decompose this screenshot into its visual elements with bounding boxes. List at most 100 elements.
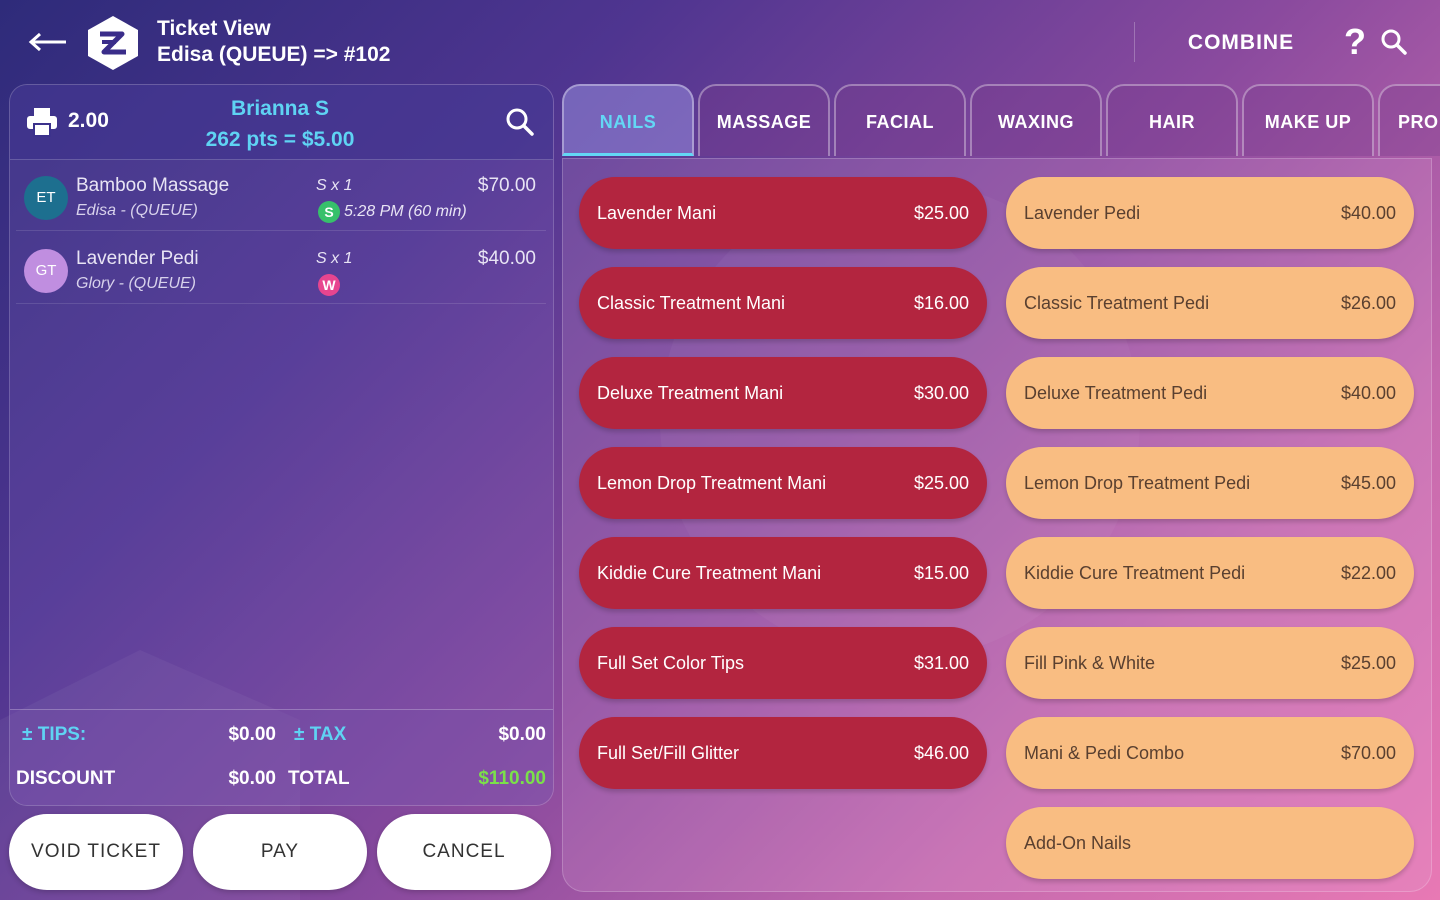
service-name: Mani & Pedi Combo	[1024, 742, 1185, 763]
top-header: Ticket View Edisa (QUEUE) => #102 COMBIN…	[0, 0, 1440, 84]
service-button[interactable]: Add-On Nails	[1006, 807, 1414, 879]
tab-hair[interactable]: HAIR	[1106, 84, 1238, 156]
customer-info[interactable]: Brianna S 262 pts = $5.00	[150, 93, 410, 155]
service-name: Kiddie Cure Treatment Pedi	[1024, 562, 1246, 583]
service-name: Lemon Drop Treatment Pedi	[1024, 472, 1251, 493]
service-button[interactable]: Lavender Pedi $40.00	[1006, 177, 1414, 249]
staff-avatar: GT	[24, 249, 68, 293]
ticket-item-row[interactable]: ET Bamboo Massage Edisa - (QUEUE) S x 1 …	[16, 164, 546, 231]
item-time: 5:28 PM (60 min)	[344, 203, 467, 220]
service-button[interactable]: Fill Pink & White $25.00	[1006, 627, 1414, 699]
ticket-panel: 2.00 Brianna S 262 pts = $5.00 ET Bamboo…	[9, 84, 554, 806]
tips-value: $0.00	[228, 724, 276, 745]
service-price: $40.00	[1340, 202, 1396, 223]
total-value: $110.00	[478, 768, 546, 789]
item-name: Lavender Pedi	[76, 248, 199, 269]
service-name: Full Set Color Tips	[597, 652, 745, 673]
back-arrow-icon	[28, 32, 66, 52]
tips-button[interactable]: ± TIPS:	[22, 724, 86, 746]
service-button[interactable]: Classic Treatment Pedi $26.00	[1006, 267, 1414, 339]
service-price: $22.00	[1340, 562, 1396, 583]
service-price: $26.00	[1340, 292, 1396, 313]
tax-value: $0.00	[498, 724, 546, 745]
service-name: Lavender Pedi	[1024, 202, 1141, 223]
service-button[interactable]: Deluxe Treatment Mani $30.00	[579, 357, 987, 429]
service-button[interactable]: Kiddie Cure Treatment Mani $15.00	[579, 537, 987, 609]
service-price: $15.00	[913, 562, 969, 583]
service-button[interactable]: Lemon Drop Treatment Mani $25.00	[579, 447, 987, 519]
status-badge: W	[318, 274, 340, 296]
cancel-button[interactable]: CANCEL	[377, 814, 551, 890]
tab-waxing[interactable]: WAXING	[970, 84, 1102, 156]
services-panel: Lavender Mani $25.00 Classic Treatment M…	[562, 158, 1432, 892]
service-button[interactable]: Full Set Color Tips $31.00	[579, 627, 987, 699]
tab-facial[interactable]: FACIAL	[834, 84, 966, 156]
total-label: TOTAL	[288, 768, 350, 789]
ticket-amount: 2.00	[68, 109, 109, 132]
service-name: Lavender Mani	[597, 202, 717, 223]
service-price: $16.00	[913, 292, 969, 313]
service-button[interactable]: Mani & Pedi Combo $70.00	[1006, 717, 1414, 789]
service-button[interactable]: Lavender Mani $25.00	[579, 177, 987, 249]
item-price: $70.00	[477, 175, 536, 196]
service-button[interactable]: Lemon Drop Treatment Pedi $45.00	[1006, 447, 1414, 519]
ticket-title-block: Ticket View Edisa (QUEUE) => #102	[157, 16, 390, 68]
service-price: $25.00	[913, 202, 969, 223]
service-price: $25.00	[913, 472, 969, 493]
service-name: Add-On Nails	[1024, 832, 1132, 853]
service-name: Classic Treatment Mani	[597, 292, 786, 313]
service-button[interactable]: Kiddie Cure Treatment Pedi $22.00	[1006, 537, 1414, 609]
item-qty: S x 1	[316, 177, 353, 194]
tab-make-up[interactable]: MAKE UP	[1242, 84, 1374, 156]
item-qty: S x 1	[316, 250, 353, 267]
header-divider	[1134, 22, 1135, 62]
item-staff: Edisa - (QUEUE)	[76, 202, 198, 219]
void-ticket-button[interactable]: VOID TICKET	[9, 814, 183, 890]
service-button[interactable]: Full Set/Fill Glitter $46.00	[579, 717, 987, 789]
item-price: $40.00	[477, 248, 536, 269]
ticket-search-button[interactable]	[504, 106, 536, 138]
staff-avatar: ET	[24, 176, 68, 220]
service-price: $31.00	[913, 652, 969, 673]
status-badge: S	[318, 201, 340, 223]
ticket-totals: ± TIPS: $0.00 ± TAX $0.00 DISCOUNT $0.00…	[10, 709, 553, 805]
discount-button[interactable]: DISCOUNT	[16, 768, 115, 790]
discount-value: $0.00	[228, 768, 276, 789]
customer-points: 262 pts = $5.00	[205, 128, 355, 151]
ticket-item-row[interactable]: GT Lavender Pedi Glory - (QUEUE) S x 1 $…	[16, 237, 546, 304]
combine-button[interactable]: COMBINE	[1178, 26, 1304, 60]
service-name: Classic Treatment Pedi	[1024, 292, 1210, 313]
service-price: $30.00	[913, 382, 969, 403]
service-name: Kiddie Cure Treatment Mani	[597, 562, 822, 583]
category-tabs: NAILS MASSAGE FACIAL WAXING HAIR MAKE UP…	[562, 84, 1440, 158]
search-button[interactable]	[1378, 26, 1410, 58]
service-price: $46.00	[913, 742, 969, 763]
service-button[interactable]: Deluxe Treatment Pedi $40.00	[1006, 357, 1414, 429]
ticket-header: 2.00 Brianna S 262 pts = $5.00	[10, 85, 553, 160]
tab-nails[interactable]: NAILS	[562, 84, 694, 156]
page-title: Ticket View	[157, 17, 271, 40]
tax-button[interactable]: ± TAX	[294, 724, 346, 746]
pay-button[interactable]: PAY	[193, 814, 367, 890]
tab-massage[interactable]: MASSAGE	[698, 84, 830, 156]
service-name: Deluxe Treatment Pedi	[1024, 382, 1208, 403]
back-button[interactable]	[24, 26, 70, 58]
service-name: Deluxe Treatment Mani	[597, 382, 784, 403]
service-name: Fill Pink & White	[1024, 652, 1156, 673]
search-icon	[506, 108, 534, 136]
service-price: $70.00	[1340, 742, 1396, 763]
customer-name: Brianna S	[230, 97, 330, 120]
service-price: $25.00	[1340, 652, 1396, 673]
service-price: $40.00	[1340, 382, 1396, 403]
service-name: Full Set/Fill Glitter	[597, 742, 740, 763]
printer-icon	[27, 108, 57, 137]
search-icon	[1381, 29, 1407, 55]
ticket-subtitle: Edisa (QUEUE) => #102	[157, 43, 391, 66]
item-staff: Glory - (QUEUE)	[76, 275, 196, 292]
help-button[interactable]: ?	[1340, 22, 1370, 62]
service-button[interactable]: Classic Treatment Mani $16.00	[579, 267, 987, 339]
service-price: $45.00	[1340, 472, 1396, 493]
print-button[interactable]	[26, 107, 58, 137]
tab-pro[interactable]: PRO	[1378, 84, 1440, 156]
app-logo-icon	[86, 14, 140, 72]
